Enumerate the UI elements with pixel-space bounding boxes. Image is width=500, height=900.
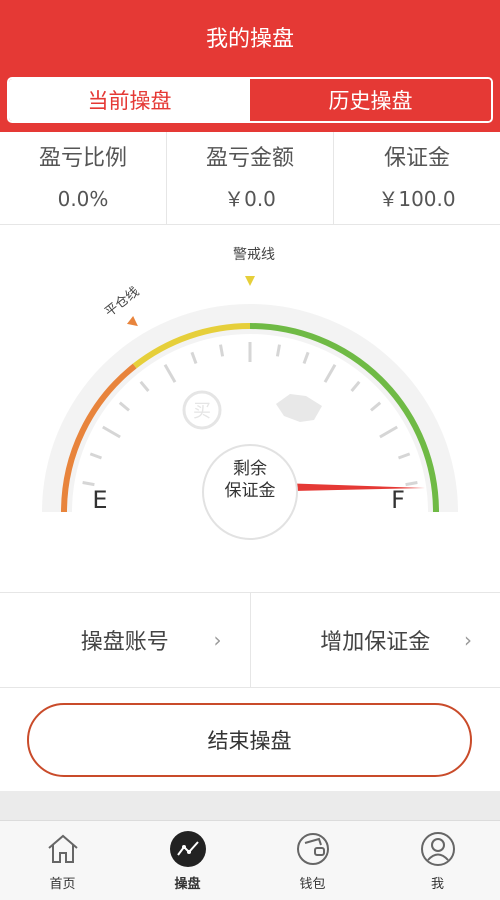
nav-item-home[interactable]: 首页 bbox=[0, 821, 125, 900]
chevron-right-icon: › bbox=[464, 628, 472, 652]
gauge-tick bbox=[405, 481, 418, 487]
nav-item-me[interactable]: 我 bbox=[375, 821, 500, 900]
liquidation-marker-icon bbox=[126, 315, 138, 327]
home-icon bbox=[47, 834, 78, 863]
chevron-right-icon: › bbox=[213, 628, 222, 652]
trading-account-label: 操盘账号 bbox=[80, 630, 169, 655]
add-margin-button[interactable]: 增加保证金 › bbox=[251, 593, 500, 687]
gauge-svg: 警戒线 平仓线 E F 买 bbox=[42, 247, 458, 540]
stats-row: 盈亏比例 0.0% 盈亏金额 ￥0.0 保证金 ￥100.0 bbox=[0, 132, 500, 225]
stat-label: 保证金 bbox=[383, 146, 450, 171]
page-title: 我的操盘 bbox=[205, 27, 294, 52]
gauge-tick bbox=[323, 364, 337, 383]
tab-history-trading[interactable]: 历史操盘 bbox=[250, 79, 491, 121]
gauge-tick bbox=[370, 401, 382, 412]
gauge-tick bbox=[350, 380, 361, 392]
end-trading-button[interactable]: 结束操盘 bbox=[27, 703, 472, 777]
warning-marker-icon bbox=[245, 276, 255, 286]
stat-value: ￥0.0 bbox=[224, 187, 276, 211]
gauge-tick bbox=[82, 481, 95, 487]
gauge-tick bbox=[397, 452, 411, 460]
nav-label: 钱包 bbox=[299, 877, 326, 892]
gauge-full-label: F bbox=[391, 486, 405, 514]
trading-account-button[interactable]: 操盘账号 › bbox=[0, 593, 251, 687]
nav-label: 我 bbox=[430, 877, 444, 892]
nav-label: 首页 bbox=[49, 877, 76, 892]
gauge-tick bbox=[163, 364, 177, 383]
app-header: 我的操盘 当前操盘 历史操盘 bbox=[0, 0, 500, 132]
nav-item-trading[interactable]: 操盘 bbox=[125, 821, 250, 900]
gauge-tick bbox=[89, 452, 103, 460]
gauge-tick bbox=[139, 380, 150, 392]
stat-pnl-ratio: 盈亏比例 0.0% bbox=[0, 132, 167, 224]
nav-item-wallet[interactable]: 钱包 bbox=[250, 821, 375, 900]
action-row: 操盘账号 › 增加保证金 › bbox=[0, 592, 500, 688]
user-icon bbox=[420, 832, 455, 866]
gauge-empty-label: E bbox=[92, 486, 107, 514]
add-margin-label: 增加保证金 bbox=[320, 630, 431, 655]
gauge-tick bbox=[118, 401, 130, 412]
stat-pnl-amount: 盈亏金额 ￥0.0 bbox=[167, 132, 334, 224]
section-divider bbox=[0, 791, 500, 820]
gauge-tick bbox=[275, 344, 281, 357]
stat-label: 盈亏金额 bbox=[205, 146, 294, 171]
remaining-margin-line2: 保证金 bbox=[224, 481, 276, 501]
warning-line-label: 警戒线 bbox=[233, 247, 275, 263]
buy-watermark-text: 买 bbox=[193, 401, 211, 422]
gauge-tick bbox=[219, 344, 225, 357]
nav-label: 操盘 bbox=[174, 877, 201, 892]
gauge-tick bbox=[190, 351, 198, 365]
gauge-tick bbox=[302, 351, 310, 365]
gauge-tick bbox=[102, 425, 121, 439]
gauge-tick bbox=[379, 425, 398, 439]
stat-value: 0.0% bbox=[57, 187, 109, 211]
stat-margin: 保证金 ￥100.0 bbox=[334, 132, 500, 224]
remaining-margin-label: 剩余 保证金 bbox=[204, 458, 296, 502]
stat-label: 盈亏比例 bbox=[38, 146, 127, 171]
wallet-icon bbox=[296, 833, 329, 865]
tab-current-trading[interactable]: 当前操盘 bbox=[9, 79, 250, 121]
liquidation-line-label: 平仓线 bbox=[102, 284, 142, 320]
trend-icon bbox=[169, 831, 206, 867]
bottom-nav: 首页 操盘 钱包 我 bbox=[0, 820, 500, 900]
handshake-watermark-icon bbox=[276, 394, 322, 422]
tab-switcher: 当前操盘 历史操盘 bbox=[7, 77, 493, 123]
remaining-margin-line1: 剩余 bbox=[233, 459, 267, 479]
margin-gauge: 警戒线 平仓线 E F 买 剩余 保证金 bbox=[0, 226, 500, 592]
stat-value: ￥100.0 bbox=[378, 187, 456, 211]
